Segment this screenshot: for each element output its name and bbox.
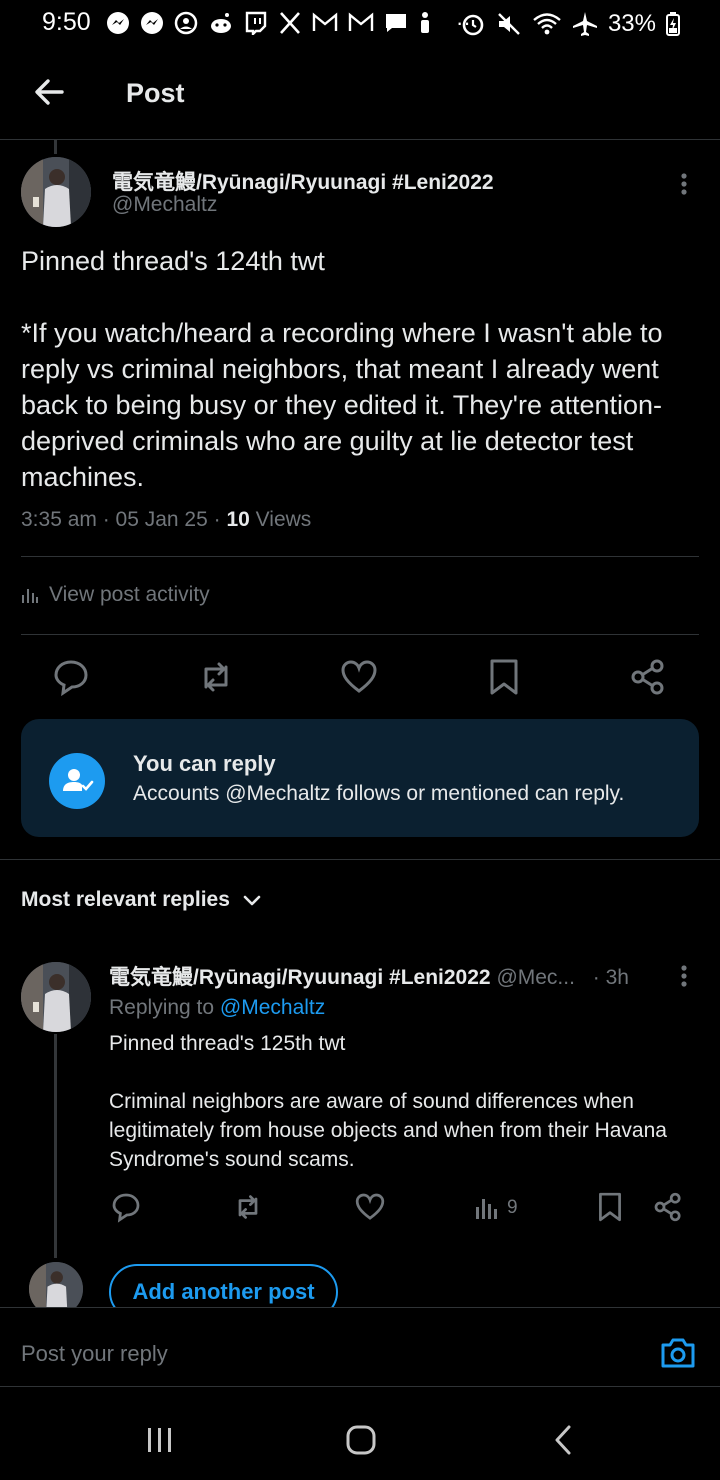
reply-permission-description: Accounts @Mechaltz follows or mentioned … (133, 782, 625, 805)
arrow-left-icon (35, 79, 64, 105)
reply-author-handle[interactable]: @Mec... (496, 966, 575, 989)
reply-like-button[interactable] (354, 1191, 386, 1223)
avatar[interactable] (21, 962, 91, 1032)
reply-views-button[interactable] (474, 1195, 500, 1221)
reply-permission-title: You can reply (133, 751, 276, 776)
recent-apps-icon (148, 1428, 171, 1452)
heart-icon (355, 1193, 385, 1220)
author-handle[interactable]: @Mechaltz (112, 193, 217, 217)
reply-bookmark-button[interactable] (594, 1191, 626, 1223)
replies-sort-dropdown[interactable]: Most relevant replies (21, 888, 262, 912)
composer-divider (0, 1386, 720, 1387)
reply-permission-card: You can reply Accounts @Mechaltz follows… (21, 719, 699, 837)
replying-to-line: Replying to @Mechaltz (109, 996, 325, 1020)
more-vertical-icon (681, 965, 687, 987)
notification-icons: ·· (106, 10, 471, 36)
airplane-icon (572, 12, 597, 36)
bookmark-icon (599, 1192, 621, 1222)
section-divider (0, 859, 720, 860)
x-icon (280, 12, 300, 34)
face-icon (174, 11, 198, 35)
reply-header: 電気竜鰻/Ryūnagi/Ryuunagi #Leni2022 @Mec... … (109, 961, 629, 991)
top-app-bar: Post (0, 48, 720, 140)
share-icon (654, 1192, 681, 1222)
author-display-name[interactable]: 電気竜鰻/Ryūnagi/Ryuunagi #Leni2022 (112, 166, 494, 196)
gmail-icon (348, 12, 374, 31)
system-icons: 33% (460, 10, 680, 38)
chevron-left-icon (555, 1425, 571, 1455)
view-post-activity-label: View post activity (49, 583, 210, 606)
gmail-icon (312, 12, 338, 31)
views-count: 10 (226, 508, 250, 531)
replying-to-link[interactable]: @Mechaltz (220, 996, 325, 1019)
reply-text: Pinned thread's 125th twt Criminal neigh… (109, 1032, 667, 1171)
bookmark-icon (490, 659, 518, 695)
post-text: Pinned thread's 124th twt *If you watch/… (21, 246, 663, 492)
views-label: Views (249, 508, 312, 531)
status-bar: 9:50 ·· 33% (0, 0, 720, 48)
share-icon (631, 659, 664, 695)
battery-icon (666, 12, 680, 36)
chat-icon (386, 14, 406, 32)
post-timestamp: 3:35 am · 05 Jan 25 · (21, 508, 227, 531)
reply-button[interactable] (51, 657, 91, 697)
replies-sort-label: Most relevant replies (21, 888, 230, 911)
avatar[interactable] (21, 157, 91, 227)
reply-author-display-name[interactable]: 電気竜鰻/Ryūnagi/Ryuunagi #Leni2022 (109, 966, 491, 989)
battery-percent: 33% (607, 10, 656, 37)
reply-composer: Post your reply (0, 1307, 720, 1387)
back-button[interactable] (30, 72, 70, 112)
reply-share-button[interactable] (652, 1191, 684, 1223)
avatar-image (21, 962, 91, 1032)
alarm-icon (462, 14, 484, 36)
like-button[interactable] (339, 657, 379, 697)
analytics-icon (476, 1199, 497, 1219)
more-options-button[interactable] (668, 170, 700, 202)
reply-repost-button[interactable] (232, 1191, 264, 1223)
heart-icon (341, 660, 377, 693)
thread-connector-line (54, 1034, 57, 1258)
reddit-icon (211, 13, 231, 33)
reply-time: · 3h (592, 966, 629, 989)
comment-icon (112, 1193, 140, 1223)
camera-button[interactable] (660, 1336, 696, 1370)
repost-icon (204, 662, 228, 692)
reply-permission-icon-circle (49, 753, 105, 809)
recent-apps-button[interactable] (144, 1426, 176, 1454)
system-back-button[interactable] (550, 1424, 578, 1456)
thread-connector-line (54, 140, 57, 154)
comment-icon (54, 660, 88, 697)
replying-to-prefix: Replying to (109, 996, 220, 1019)
repost-button[interactable] (196, 657, 236, 697)
home-button[interactable] (345, 1424, 377, 1456)
mute-icon (498, 13, 520, 35)
camera-icon (661, 1338, 695, 1368)
reply-views-count: 9 (507, 1197, 518, 1218)
more-vertical-icon (681, 173, 687, 195)
avatar-image (21, 157, 91, 227)
twitch-icon (245, 11, 267, 35)
bookmark-button[interactable] (484, 657, 524, 697)
view-post-activity-link[interactable]: View post activity (21, 583, 210, 607)
chevron-down-icon (243, 895, 261, 906)
analytics-icon (22, 589, 38, 603)
wifi-icon (533, 13, 561, 35)
home-icon (346, 1425, 376, 1455)
messenger-icon (141, 12, 163, 34)
messenger-icon (107, 12, 129, 34)
repost-icon (238, 1195, 258, 1219)
divider (21, 634, 699, 635)
person-icon (421, 12, 429, 33)
page-title: Post (126, 78, 185, 108)
reply-input[interactable]: Post your reply (21, 1341, 168, 1367)
reply-more-options-button[interactable] (668, 962, 700, 994)
post-meta: 3:35 am · 05 Jan 25 · 10 Views (21, 508, 311, 532)
user-check-icon (63, 769, 94, 791)
share-button[interactable] (628, 657, 668, 697)
reply-comment-button[interactable] (110, 1191, 142, 1223)
divider (21, 556, 699, 557)
status-time: 9:50 (42, 8, 91, 36)
system-navigation-bar (0, 1388, 720, 1480)
